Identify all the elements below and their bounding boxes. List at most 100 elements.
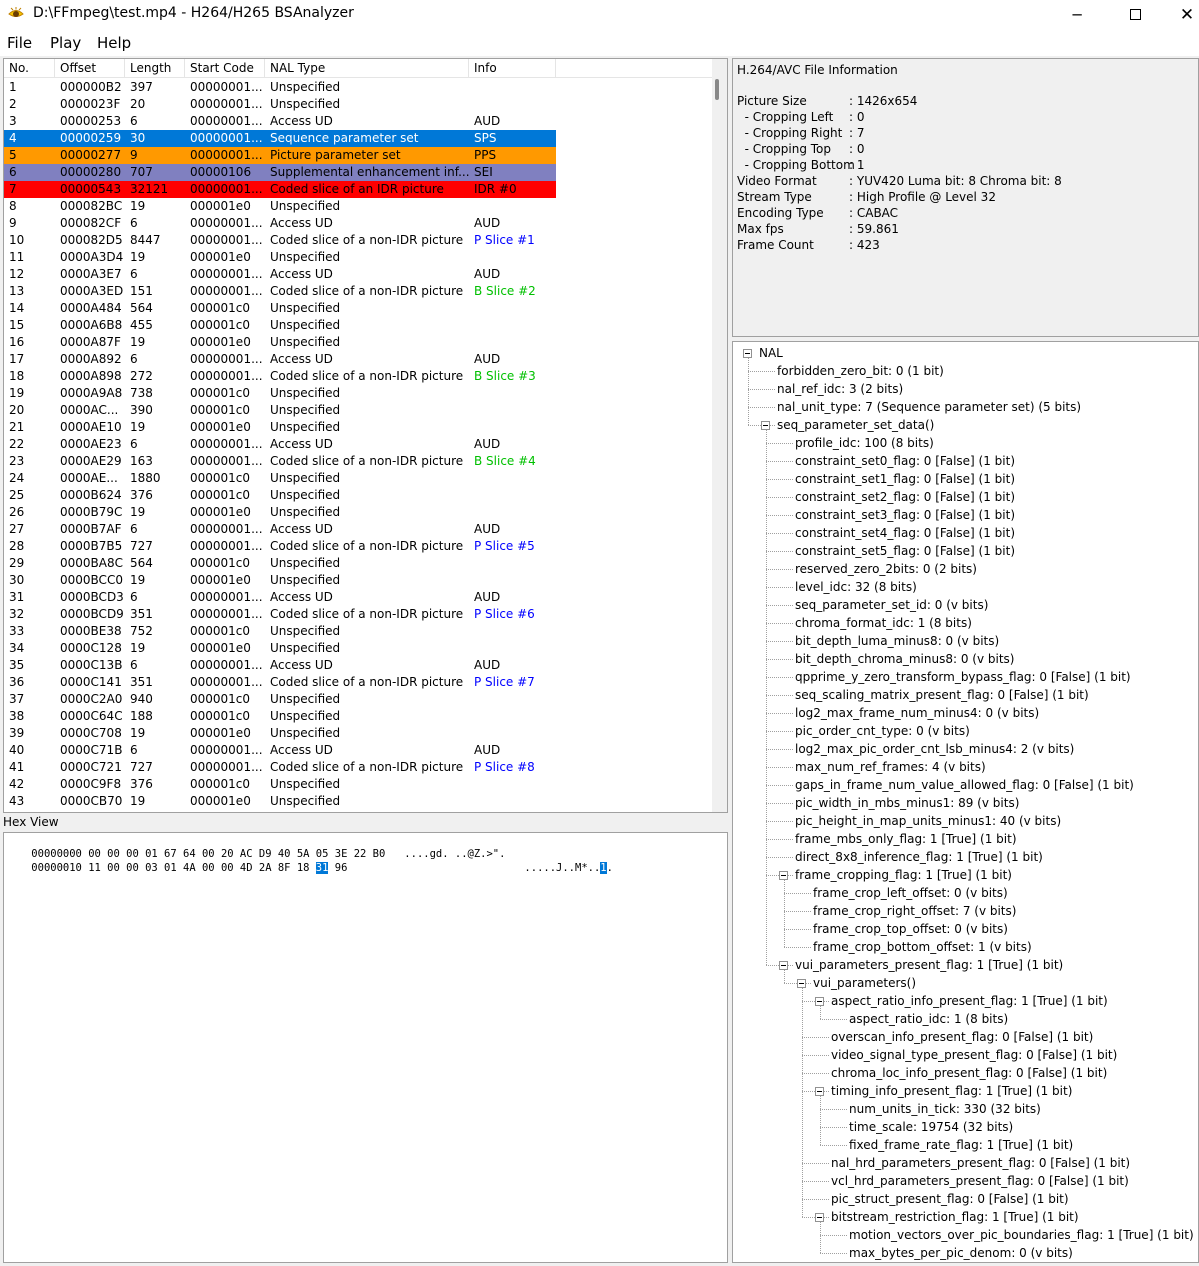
- table-row[interactable]: 36 0000C141 351 00000001... Coded slice of a…: [4, 674, 712, 691]
- tree-node[interactable]: vcl_hrd_parameters_present_flag: 0 [Fals…: [831, 1172, 1129, 1190]
- tree-node[interactable]: log2_max_frame_num_minus4: 0 (v bits): [795, 704, 1039, 722]
- table-row[interactable]: 35 0000C13B 6 00000001... Access UD AUD: [4, 657, 712, 674]
- tree-node[interactable]: forbidden_zero_bit: 0 (1 bit): [777, 362, 944, 380]
- vertical-scrollbar[interactable]: [712, 59, 727, 812]
- column-header-nal-type[interactable]: NAL Type: [265, 59, 469, 78]
- table-row[interactable]: 16 0000A87F 19 000001e0 Unspecified: [4, 334, 712, 351]
- column-header-info[interactable]: Info: [469, 59, 556, 78]
- close-button[interactable]: ✕: [1164, 0, 1199, 29]
- table-row[interactable]: 43 0000CB70 19 000001e0 Unspecified: [4, 793, 712, 810]
- table-row[interactable]: 7 00000543 32121 00000001... Coded slice of …: [4, 181, 712, 198]
- tree-node[interactable]: pic_order_cnt_type: 0 (v bits): [795, 722, 970, 740]
- table-row[interactable]: 22 0000AE23 6 00000001... Access UD AUD: [4, 436, 712, 453]
- tree-node[interactable]: level_idc: 32 (8 bits): [795, 578, 917, 596]
- tree-node[interactable]: nal_hrd_parameters_present_flag: 0 [Fals…: [831, 1154, 1130, 1172]
- menu-file[interactable]: File: [7, 34, 32, 52]
- tree-node[interactable]: seq_scaling_matrix_present_flag: 0 [Fals…: [795, 686, 1089, 704]
- table-row[interactable]: 5 00000277 9 00000001... Picture parameter s…: [4, 147, 712, 164]
- tree-node[interactable]: constraint_set3_flag: 0 [False] (1 bit): [795, 506, 1015, 524]
- tree-node[interactable]: bit_depth_luma_minus8: 0 (v bits): [795, 632, 999, 650]
- tree-node[interactable]: pic_height_in_map_units_minus1: 40 (v bi…: [795, 812, 1061, 830]
- tree-node[interactable]: max_bytes_per_pic_denom: 0 (v bits): [849, 1244, 1073, 1262]
- tree-node[interactable]: constraint_set1_flag: 0 [False] (1 bit): [795, 470, 1015, 488]
- table-row[interactable]: 38 0000C64C 188 000001c0 Unspecified: [4, 708, 712, 725]
- scrollbar-thumb[interactable]: [715, 79, 719, 100]
- tree-node[interactable]: constraint_set5_flag: 0 [False] (1 bit): [795, 542, 1015, 560]
- tree-node[interactable]: bitstream_restriction_flag: 1 [True] (1 …: [831, 1208, 1079, 1226]
- table-row[interactable]: 37 0000C2A0 940 000001c0 Unspecified: [4, 691, 712, 708]
- tree-node[interactable]: nal_unit_type: 7 (Sequence parameter set…: [777, 398, 1081, 416]
- table-row[interactable]: 20 0000AC... 390 000001c0 Unspecified: [4, 402, 712, 419]
- collapse-icon[interactable]: [797, 979, 806, 988]
- tree-node[interactable]: frame_crop_right_offset: 7 (v bits): [813, 902, 1016, 920]
- collapse-icon[interactable]: [815, 1213, 824, 1222]
- tree-node[interactable]: aspect_ratio_idc: 1 (8 bits): [849, 1010, 1008, 1028]
- tree-node[interactable]: frame_crop_left_offset: 0 (v bits): [813, 884, 1008, 902]
- tree-node[interactable]: vui_parameters_present_flag: 1 [True] (1…: [795, 956, 1063, 974]
- table-row[interactable]: 17 0000A892 6 00000001... Access UD AUD: [4, 351, 712, 368]
- table-row[interactable]: 1 000000B2 397 00000001... Unspecified: [4, 79, 712, 96]
- tree-node[interactable]: overscan_info_present_flag: 0 [False] (1…: [831, 1028, 1093, 1046]
- table-row[interactable]: 13 0000A3ED 151 00000001... Coded slice of a…: [4, 283, 712, 300]
- tree-node[interactable]: seq_parameter_set_data(): [777, 416, 934, 434]
- table-row[interactable]: 29 0000BA8C 564 000001c0 Unspecified: [4, 555, 712, 572]
- minimize-button[interactable]: ─: [1054, 0, 1100, 29]
- table-row[interactable]: 4 00000259 30 00000001... Sequence parameter…: [4, 130, 712, 147]
- tree-node[interactable]: aspect_ratio_info_present_flag: 1 [True]…: [831, 992, 1108, 1010]
- table-row[interactable]: 10 000082D5 8447 00000001... Coded slice of …: [4, 232, 712, 249]
- tree-node[interactable]: frame_mbs_only_flag: 1 [True] (1 bit): [795, 830, 1017, 848]
- tree-node[interactable]: time_scale: 19754 (32 bits): [849, 1118, 1013, 1136]
- table-row[interactable]: 19 0000A9A8 738 000001c0 Unspecified: [4, 385, 712, 402]
- menu-help[interactable]: Help: [97, 34, 131, 52]
- hex-view[interactable]: 00000000 00 00 00 01 67 64 00 20 AC D9 4…: [3, 832, 728, 1263]
- column-header-offset[interactable]: Offset: [55, 59, 125, 78]
- table-row[interactable]: 11 0000A3D4 19 000001e0 Unspecified: [4, 249, 712, 266]
- tree-node[interactable]: nal_ref_idc: 3 (2 bits): [777, 380, 903, 398]
- table-row[interactable]: 30 0000BCC0 19 000001e0 Unspecified: [4, 572, 712, 589]
- syntax-tree[interactable]: NAL forbidden_zero_bit: 0 (1 bit) nal_ref_…: [732, 341, 1199, 1263]
- table-row[interactable]: 15 0000A6B8 455 000001c0 Unspecified: [4, 317, 712, 334]
- table-row[interactable]: 8 000082BC 19 000001e0 Unspecified: [4, 198, 712, 215]
- menu-play[interactable]: Play: [50, 34, 81, 52]
- tree-node[interactable]: video_signal_type_present_flag: 0 [False…: [831, 1046, 1117, 1064]
- maximize-button[interactable]: [1112, 0, 1158, 29]
- table-row[interactable]: 28 0000B7B5 727 00000001... Coded slice of a…: [4, 538, 712, 555]
- table-row[interactable]: 21 0000AE10 19 000001e0 Unspecified: [4, 419, 712, 436]
- tree-node[interactable]: frame_cropping_flag: 1 [True] (1 bit): [795, 866, 1012, 884]
- tree-node[interactable]: chroma_loc_info_present_flag: 0 [False] …: [831, 1064, 1107, 1082]
- table-row[interactable]: 32 0000BCD9 351 00000001... Coded slice of a…: [4, 606, 712, 623]
- collapse-icon[interactable]: [815, 997, 824, 1006]
- table-row[interactable]: 41 0000C721 727 00000001... Coded slice of a…: [4, 759, 712, 776]
- collapse-icon[interactable]: [815, 1087, 824, 1096]
- table-row[interactable]: 34 0000C128 19 000001e0 Unspecified: [4, 640, 712, 657]
- collapse-icon[interactable]: [761, 421, 770, 430]
- table-row[interactable]: 33 0000BE38 752 000001c0 Unspecified: [4, 623, 712, 640]
- table-row[interactable]: 42 0000C9F8 376 000001c0 Unspecified: [4, 776, 712, 793]
- tree-node[interactable]: fixed_frame_rate_flag: 1 [True] (1 bit): [849, 1136, 1073, 1154]
- column-header-no[interactable]: No.: [4, 59, 55, 78]
- tree-node[interactable]: motion_vectors_over_pic_boundaries_flag:…: [849, 1226, 1194, 1244]
- tree-node[interactable]: gaps_in_frame_num_value_allowed_flag: 0 …: [795, 776, 1134, 794]
- tree-node[interactable]: bit_depth_chroma_minus8: 0 (v bits): [795, 650, 1014, 668]
- tree-node[interactable]: max_num_ref_frames: 4 (v bits): [795, 758, 986, 776]
- tree-node[interactable]: NAL: [759, 344, 783, 362]
- tree-node[interactable]: profile_idc: 100 (8 bits): [795, 434, 934, 452]
- collapse-icon[interactable]: [779, 961, 788, 970]
- tree-node[interactable]: log2_max_pic_order_cnt_lsb_minus4: 2 (v …: [795, 740, 1074, 758]
- table-row[interactable]: 9 000082CF 6 00000001... Access UD AUD: [4, 215, 712, 232]
- tree-node[interactable]: vui_parameters(): [813, 974, 916, 992]
- tree-node[interactable]: pic_width_in_mbs_minus1: 89 (v bits): [795, 794, 1019, 812]
- column-header-start-code[interactable]: Start Code: [185, 59, 265, 78]
- table-row[interactable]: 6 00000280 707 00000106 Supplemental enhance…: [4, 164, 712, 181]
- tree-node[interactable]: seq_parameter_set_id: 0 (v bits): [795, 596, 988, 614]
- tree-node[interactable]: chroma_format_idc: 1 (8 bits): [795, 614, 972, 632]
- table-row[interactable]: 23 0000AE29 163 00000001... Coded slice of a…: [4, 453, 712, 470]
- table-row[interactable]: 24 0000AE... 1880 000001c0 Unspecified: [4, 470, 712, 487]
- table-row[interactable]: 14 0000A484 564 000001c0 Unspecified: [4, 300, 712, 317]
- table-row[interactable]: 12 0000A3E7 6 00000001... Access UD AUD: [4, 266, 712, 283]
- table-row[interactable]: 3 00000253 6 00000001... Access UD AUD: [4, 113, 712, 130]
- table-row[interactable]: 40 0000C71B 6 00000001... Access UD AUD: [4, 742, 712, 759]
- table-row[interactable]: 26 0000B79C 19 000001e0 Unspecified: [4, 504, 712, 521]
- tree-node[interactable]: num_units_in_tick: 330 (32 bits): [849, 1100, 1041, 1118]
- table-row[interactable]: 27 0000B7AF 6 00000001... Access UD AUD: [4, 521, 712, 538]
